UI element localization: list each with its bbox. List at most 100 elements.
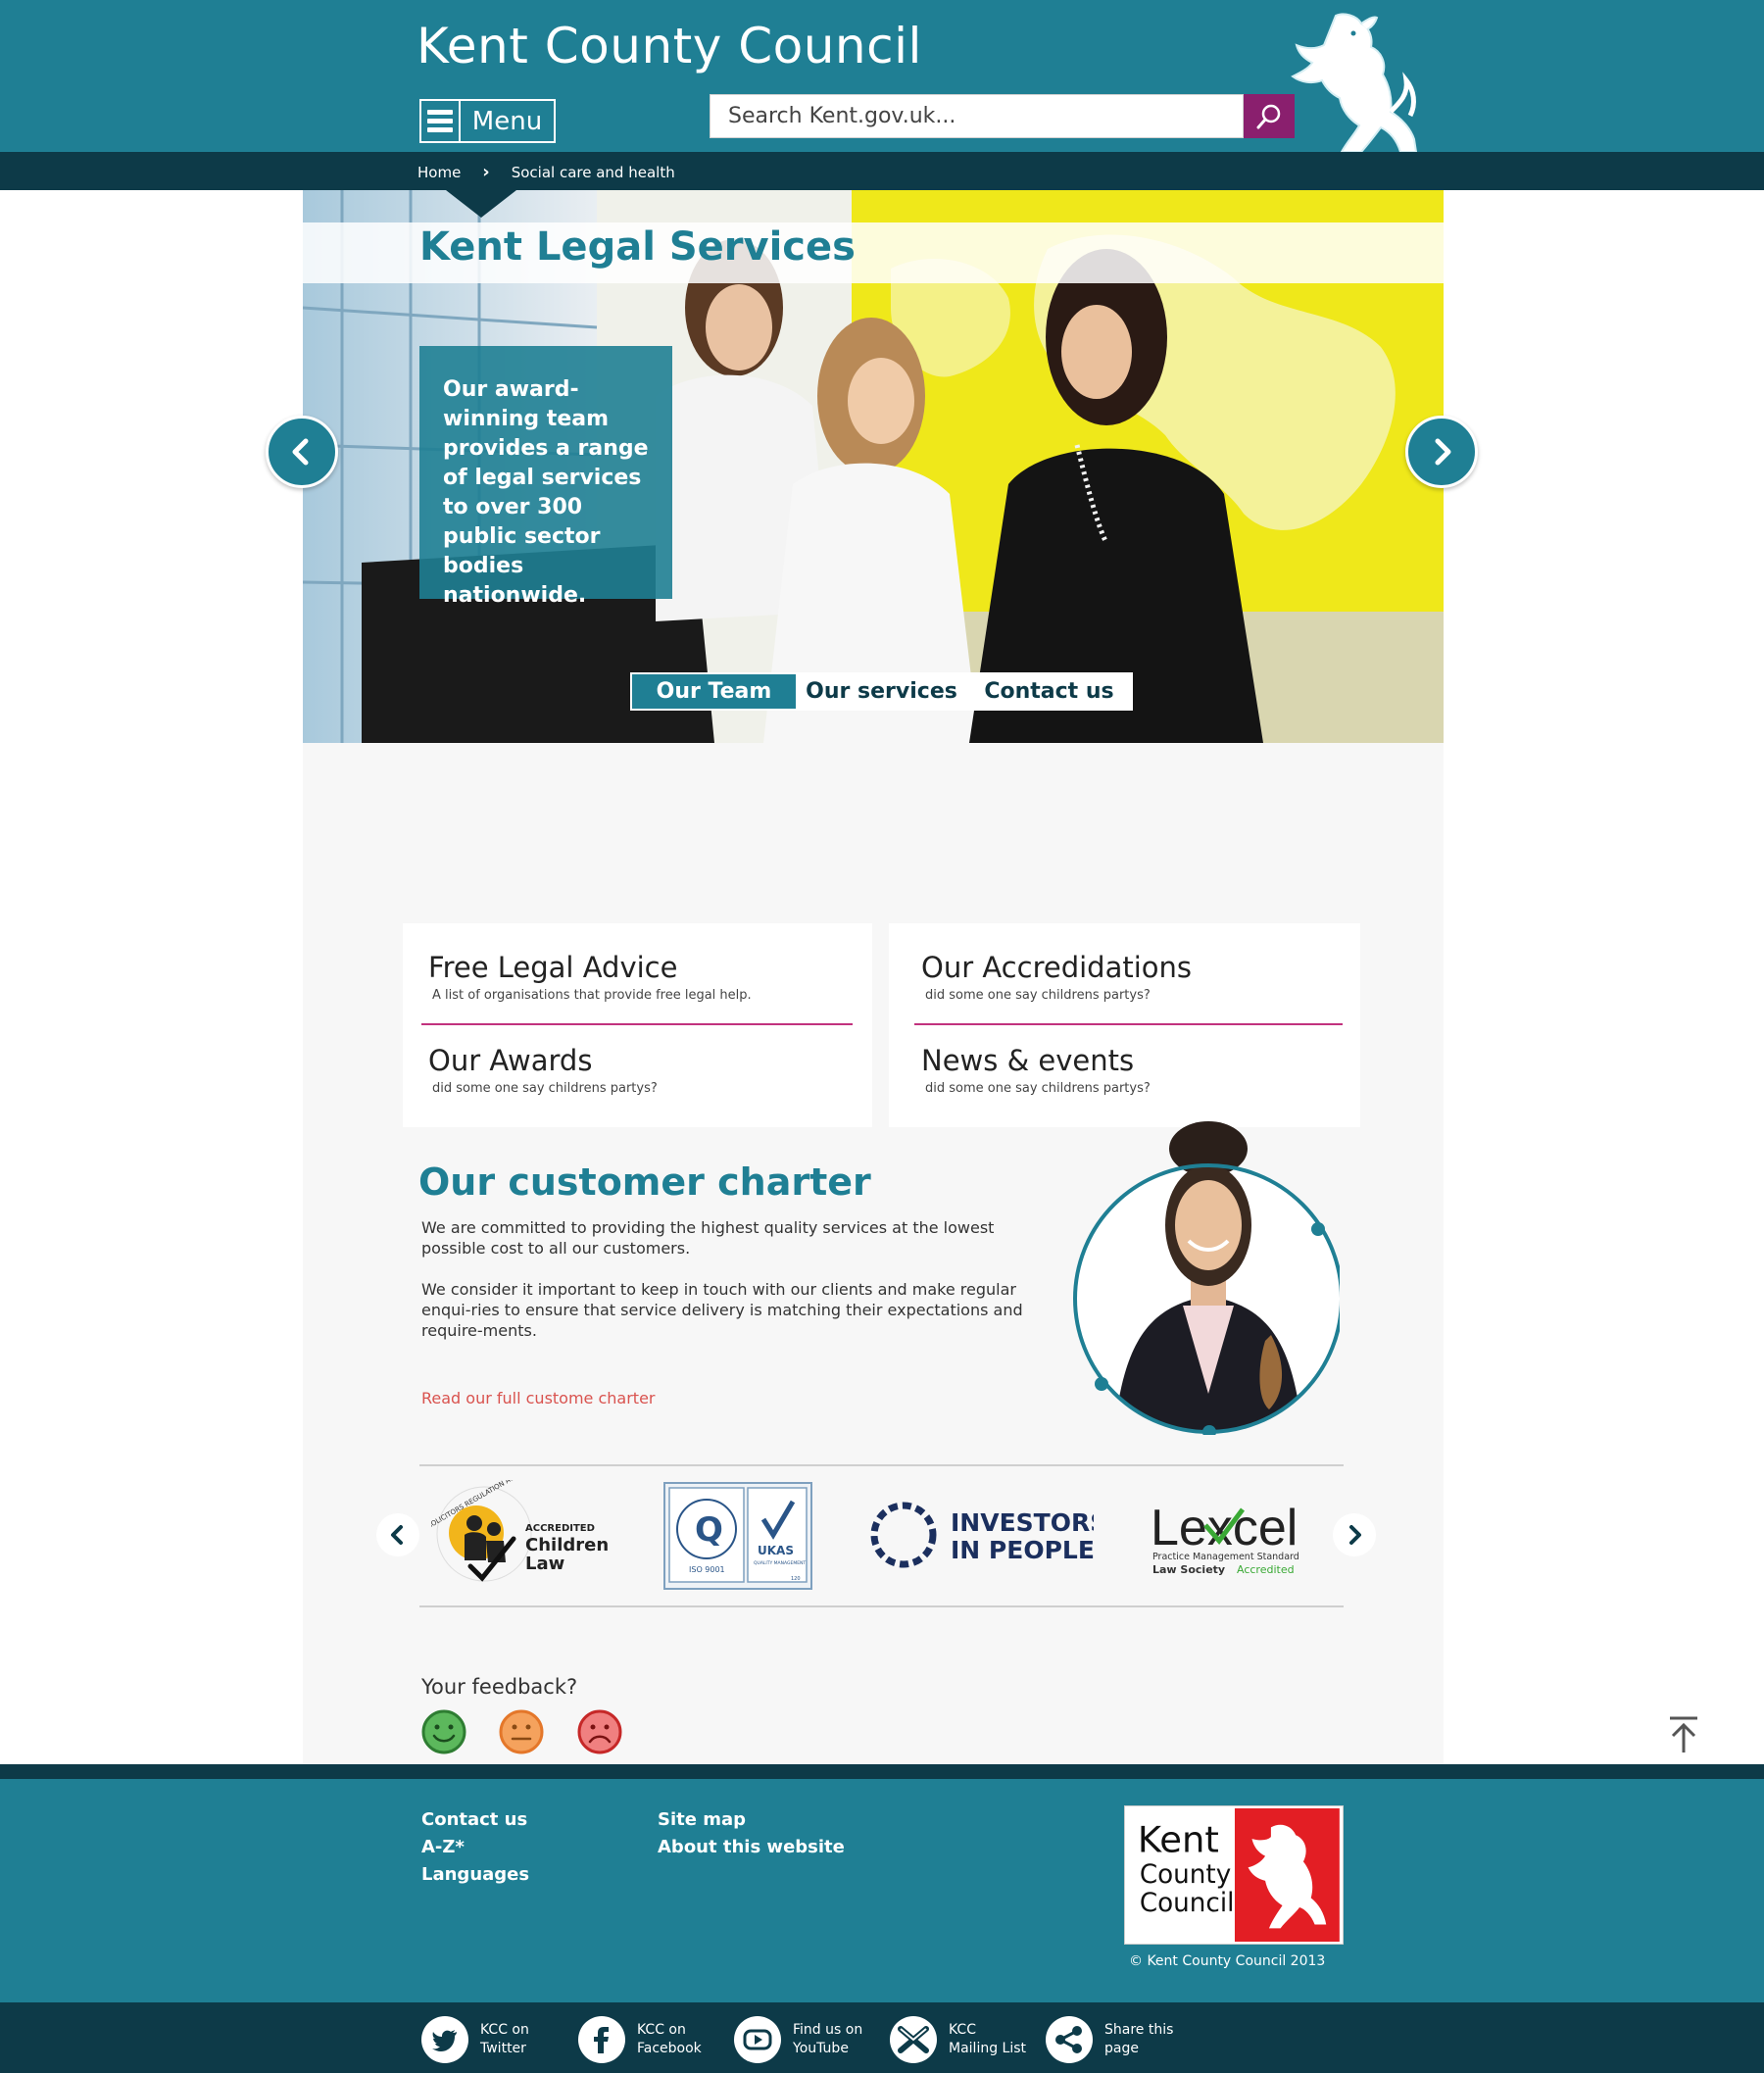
charter-title: Our customer charter [418, 1160, 871, 1204]
social-youtube[interactable]: Find us on YouTube [734, 2016, 862, 2063]
card-title: Our Awards [428, 1044, 593, 1077]
card-title: Our Accredidations [921, 951, 1192, 984]
neutral-face-icon[interactable] [499, 1709, 544, 1754]
page-title: Kent Legal Services [419, 224, 856, 270]
hero-next-button[interactable] [1405, 416, 1478, 488]
social-line2: YouTube [793, 2041, 849, 2056]
kcc-footer-logo: Kent County Council [1125, 1806, 1343, 1944]
svg-text:County: County [1140, 1860, 1231, 1890]
social-line1: KCC on [637, 2022, 686, 2038]
svg-text:INVESTORS: INVESTORS [951, 1508, 1094, 1537]
svg-text:120: 120 [791, 1576, 801, 1582]
happy-face-icon[interactable] [421, 1709, 466, 1754]
copyright: © Kent County Council 2013 [1129, 1953, 1326, 1969]
social-line2: Mailing List [949, 2041, 1027, 2056]
link-our-accreditations[interactable]: Our Accredidations did some one say chil… [921, 951, 1192, 1003]
charter-link[interactable]: Read our full custome charter [421, 1389, 656, 1407]
hamburger-icon [421, 101, 461, 141]
svg-text:Lexcel: Lexcel [1151, 1500, 1298, 1556]
tab-contact-us[interactable]: Contact us [965, 672, 1133, 711]
card-subtitle: did some one say childrens partys? [432, 1081, 658, 1096]
social-line1: Share this [1104, 2022, 1174, 2038]
footer-link-about[interactable]: About this website [658, 1837, 845, 1857]
menu-button-label: Menu [471, 106, 543, 136]
youtube-icon [734, 2016, 781, 2063]
chevron-right-icon [1349, 1525, 1361, 1545]
svg-text:ACCREDITED: ACCREDITED [525, 1523, 595, 1534]
svg-text:Law: Law [525, 1554, 564, 1574]
social-share[interactable]: Share this page [1046, 2016, 1173, 2063]
breadcrumb: Home › Social care and health [417, 162, 675, 182]
footer-link-languages[interactable]: Languages [421, 1864, 529, 1885]
svg-text:Children: Children [525, 1535, 608, 1555]
social-line2: Facebook [637, 2041, 702, 2056]
charter-photo [1073, 1121, 1340, 1435]
card-subtitle: did some one say childrens partys? [925, 988, 1151, 1003]
svg-text:Kent: Kent [1138, 1819, 1219, 1861]
svg-text:IN PEOPLE: IN PEOPLE [951, 1536, 1094, 1564]
site-title[interactable]: Kent County Council [416, 18, 922, 74]
chevron-right-icon: › [482, 162, 490, 182]
menu-button[interactable]: Menu [419, 99, 556, 143]
iso-ukas-logo: Q ISO 9001 UKAS QUALITY MANAGEMENT 120 [663, 1482, 812, 1590]
card-subtitle: did some one say childrens partys? [925, 1081, 1151, 1096]
card-subtitle: A list of organisations that provide fre… [432, 988, 752, 1003]
svg-text:ISO 9001: ISO 9001 [689, 1565, 725, 1574]
sad-face-icon[interactable] [577, 1709, 622, 1754]
social-facebook[interactable]: KCC on Facebook [578, 2016, 702, 2063]
lexcel-logo: Lexcel Practice Management Standard Law … [1151, 1500, 1299, 1576]
mail-icon [890, 2016, 937, 2063]
twitter-icon [421, 2016, 468, 2063]
svg-text:Council: Council [1140, 1889, 1235, 1918]
search-input[interactable] [710, 94, 1244, 138]
breadcrumb-pointer [446, 190, 516, 218]
footer-link-az[interactable]: A-Z* [421, 1837, 465, 1857]
social-line2: page [1104, 2041, 1139, 2056]
children-law-logo: SOLICITORS REGULATION AUTHORITY ACCREDIT… [431, 1480, 608, 1582]
chevron-right-icon [1435, 438, 1451, 466]
charter-paragraph-2: We consider it important to keep in touc… [421, 1280, 1023, 1340]
link-free-legal-advice[interactable]: Free Legal Advice A list of organisation… [428, 951, 752, 1003]
card-divider [914, 1023, 1343, 1025]
breadcrumb-home[interactable]: Home [417, 164, 461, 181]
logos-bottom-divider [419, 1605, 1344, 1607]
social-line1: KCC [949, 2022, 976, 2038]
hero-tabs: Our Team Our services Contact us [630, 672, 1133, 711]
social-line2: Twitter [480, 2041, 526, 2056]
charter-paragraph-1: We are committed to providing the highes… [421, 1218, 995, 1258]
svg-text:Practice Management Standard: Practice Management Standard [1152, 1552, 1299, 1562]
facebook-icon [578, 2016, 625, 2063]
svg-text:Accredited: Accredited [1237, 1563, 1295, 1576]
feedback-label: Your feedback? [421, 1675, 578, 1699]
logos-top-divider [419, 1464, 1344, 1466]
card-title: News & events [921, 1044, 1135, 1077]
hero-prev-button[interactable] [266, 416, 338, 488]
card-divider [421, 1023, 853, 1025]
share-icon [1046, 2016, 1093, 2063]
social-bar [0, 2002, 1764, 2073]
tab-our-services[interactable]: Our services [798, 672, 965, 711]
site-footer [0, 1779, 1764, 2002]
social-line1: KCC on [480, 2022, 529, 2038]
logos-prev-button[interactable] [376, 1513, 419, 1556]
svg-text:Law Society: Law Society [1152, 1563, 1225, 1576]
svg-text:UKAS: UKAS [758, 1544, 794, 1557]
tab-our-team[interactable]: Our Team [630, 672, 798, 711]
chevron-left-icon [391, 1525, 403, 1545]
footer-top-bar [0, 1764, 1764, 1779]
card-title: Free Legal Advice [428, 951, 678, 984]
breadcrumb-social-care[interactable]: Social care and health [512, 164, 675, 181]
hero-caption: Our award-winning team provides a range … [419, 346, 672, 608]
svg-text:QUALITY MANAGEMENT: QUALITY MANAGEMENT [754, 1560, 806, 1566]
social-mailing-list[interactable]: KCC Mailing List [890, 2016, 1026, 2063]
link-news-events[interactable]: News & events did some one say childrens… [921, 1044, 1151, 1096]
footer-link-sitemap[interactable]: Site map [658, 1809, 746, 1830]
social-twitter[interactable]: KCC on Twitter [421, 2016, 529, 2063]
link-our-awards[interactable]: Our Awards did some one say childrens pa… [428, 1044, 658, 1096]
chevron-left-icon [292, 438, 309, 466]
footer-link-contact[interactable]: Contact us [421, 1809, 527, 1830]
investors-in-people-logo: INVESTORS IN PEOPLE [870, 1502, 1094, 1568]
logos-next-button[interactable] [1333, 1513, 1376, 1556]
back-to-top-icon[interactable] [1666, 1715, 1701, 1754]
breadcrumb-bar [0, 152, 1764, 190]
